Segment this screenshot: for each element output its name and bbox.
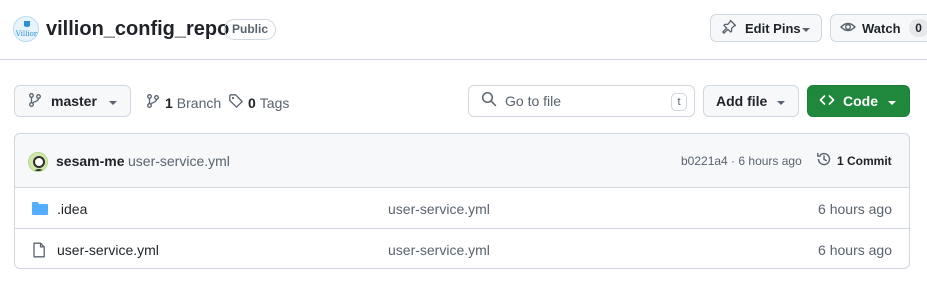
- go-to-file-search[interactable]: t: [468, 85, 695, 117]
- git-branch-icon: [27, 92, 43, 111]
- file-name-link[interactable]: .idea: [57, 201, 87, 217]
- commit-history-link[interactable]: 1 Commit: [816, 151, 892, 170]
- file-updated-time: 6 hours ago: [818, 242, 892, 258]
- avatar[interactable]: [28, 152, 48, 172]
- file-icon: [31, 242, 47, 263]
- logo-text: Villion: [15, 30, 39, 38]
- repo-header: Villion villion_config_repo Public Edit …: [0, 0, 927, 60]
- commit-message-link[interactable]: user-service.yml: [128, 153, 230, 169]
- file-row[interactable]: .idea user-service.yml 6 hours ago: [15, 188, 909, 229]
- folder-icon: [31, 201, 49, 221]
- commit-hash-time[interactable]: b0221a4 · 6 hours ago: [681, 154, 802, 168]
- pin-icon: [721, 19, 737, 38]
- tag-count-label: Tags: [259, 94, 290, 111]
- branch-count: 1: [165, 94, 173, 111]
- tags-link[interactable]: 0 Tags: [228, 93, 289, 112]
- tag-count: 0: [248, 94, 256, 111]
- chevron-down-icon: [108, 93, 118, 109]
- eye-icon: [840, 19, 856, 38]
- add-file-label: Add file: [716, 93, 768, 109]
- commit-count-label: 1 Commit: [837, 153, 892, 168]
- commit-author-link[interactable]: sesam-me: [56, 153, 125, 169]
- tag-icon: [228, 93, 244, 112]
- code-icon: [819, 92, 835, 111]
- code-label: Code: [843, 93, 878, 109]
- watch-label: Watch: [862, 20, 901, 36]
- repo-name-link[interactable]: villion_config_repo: [46, 16, 229, 42]
- go-to-file-input[interactable]: [505, 93, 665, 109]
- file-row[interactable]: user-service.yml user-service.yml 6 hour…: [15, 229, 909, 268]
- chevron-down-icon: [801, 21, 811, 36]
- visibility-badge: Public: [224, 19, 277, 40]
- add-file-button[interactable]: Add file: [703, 85, 799, 117]
- repo-owner-logo[interactable]: Villion: [13, 16, 39, 42]
- branch-count-label: Branch: [176, 94, 222, 111]
- chevron-down-icon: [887, 93, 897, 109]
- watch-count: 0: [908, 19, 927, 37]
- file-commit-link[interactable]: user-service.yml: [388, 242, 490, 258]
- history-icon: [816, 151, 832, 170]
- branch-selector-button[interactable]: master: [14, 85, 131, 117]
- edit-pins-button[interactable]: Edit Pins: [710, 14, 822, 42]
- watch-button[interactable]: Watch 0: [830, 14, 927, 42]
- chevron-down-icon: [776, 93, 786, 109]
- git-branch-icon: [145, 93, 161, 112]
- branch-name: master: [51, 93, 97, 109]
- edit-pins-label: Edit Pins: [745, 20, 801, 36]
- search-icon: [481, 91, 497, 112]
- file-name-link[interactable]: user-service.yml: [57, 242, 159, 258]
- file-browser: sesam-me user-service.yml b0221a4 · 6 ho…: [14, 133, 910, 269]
- keyboard-shortcut-hint: t: [671, 93, 687, 111]
- branches-link[interactable]: 1 Branch: [145, 93, 221, 112]
- code-button[interactable]: Code: [807, 85, 910, 117]
- latest-commit-bar: sesam-me user-service.yml b0221a4 · 6 ho…: [15, 134, 909, 188]
- file-commit-link[interactable]: user-service.yml: [388, 201, 490, 217]
- file-updated-time: 6 hours ago: [818, 201, 892, 217]
